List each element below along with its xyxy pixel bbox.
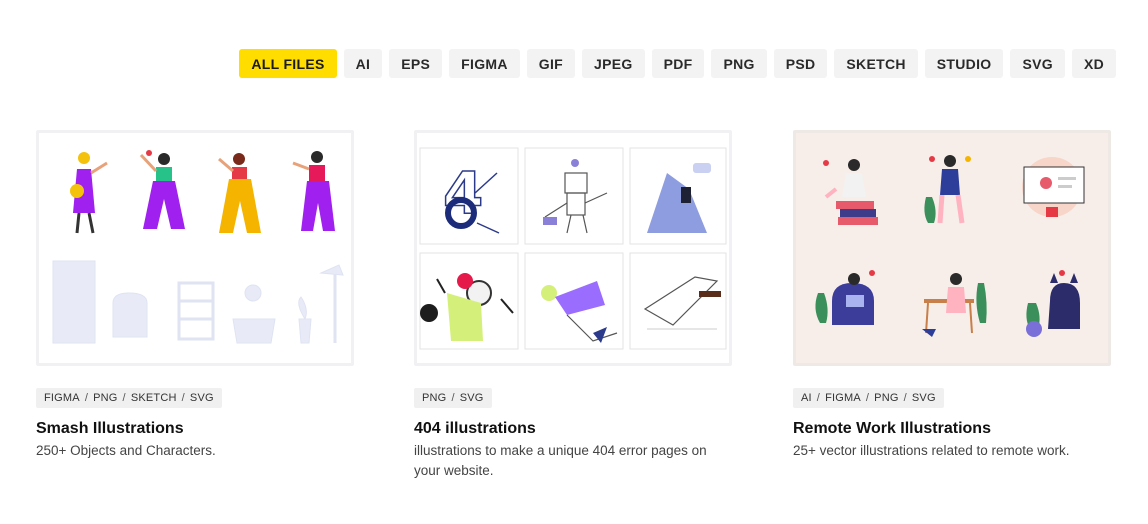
filter-pdf[interactable]: PDF <box>651 49 705 78</box>
file-format-tags: FIGMA / PNG / SKETCH / SVG <box>36 388 222 408</box>
card-thumbnail-404[interactable]: 4 <box>414 130 732 366</box>
tag: SVG <box>189 392 214 404</box>
tag: PNG <box>93 392 118 404</box>
remote-work-illustration <box>815 155 1085 337</box>
card-description: 25+ vector illustrations related to remo… <box>793 443 1070 458</box>
filter-psd[interactable]: PSD <box>773 49 828 78</box>
tag-separator: / <box>181 392 185 404</box>
card-description: illustrations to make a unique 404 error… <box>414 443 707 478</box>
tag-separator: / <box>816 392 821 404</box>
tag: FIGMA <box>825 392 861 404</box>
tag: SVG <box>459 392 484 404</box>
filter-figma[interactable]: FIGMA <box>449 49 520 78</box>
product-card-smash[interactable]: FIGMA / PNG / SKETCH / SVG Smash Illustr… <box>36 130 354 461</box>
tag-separator: / <box>451 392 455 404</box>
card-thumbnail-smash[interactable] <box>36 130 354 366</box>
filter-xd[interactable]: XD <box>1071 49 1116 78</box>
file-format-tags: PNG / SVG <box>414 388 492 408</box>
filter-jpeg[interactable]: JPEG <box>582 49 645 78</box>
file-format-tags: AI / FIGMA / PNG / SVG <box>793 388 944 408</box>
tag: SKETCH <box>130 392 177 404</box>
tag: AI <box>801 392 812 404</box>
tag-separator: / <box>865 392 870 404</box>
tag-separator: / <box>84 392 89 404</box>
tag: PNG <box>874 392 899 404</box>
filter-sketch[interactable]: SKETCH <box>834 49 918 78</box>
filter-studio[interactable]: STUDIO <box>924 49 1004 78</box>
card-description: 250+ Objects and Characters. <box>36 443 216 458</box>
tag-separator: / <box>903 392 907 404</box>
filter-eps[interactable]: EPS <box>389 49 443 78</box>
product-card-404[interactable]: 4 PNG / SVG 404 illustrations illustrati… <box>414 130 732 481</box>
filter-ai[interactable]: AI <box>343 49 383 78</box>
filter-svg[interactable]: SVG <box>1010 49 1065 78</box>
card-thumbnail-remote-work[interactable] <box>793 130 1111 366</box>
404-illustrations-grid: 4 <box>419 147 727 350</box>
tag: FIGMA <box>44 392 80 404</box>
card-title[interactable]: Smash Illustrations <box>36 420 354 438</box>
card-title[interactable]: 404 illustrations <box>414 420 732 438</box>
smash-characters-illustration <box>52 150 344 344</box>
tag: SVG <box>911 392 936 404</box>
card-title[interactable]: Remote Work Illustrations <box>793 420 1111 438</box>
filter-png[interactable]: PNG <box>711 49 767 78</box>
filter-gif[interactable]: GIF <box>526 49 575 78</box>
tag: PNG <box>422 392 447 404</box>
file-type-filter-bar: ALL FILES AI EPS FIGMA GIF JPEG PDF PNG … <box>239 49 1116 78</box>
tag-separator: / <box>122 392 126 404</box>
filter-all-files[interactable]: ALL FILES <box>239 49 337 78</box>
product-card-remote-work[interactable]: AI / FIGMA / PNG / SVG Remote Work Illus… <box>793 130 1111 461</box>
